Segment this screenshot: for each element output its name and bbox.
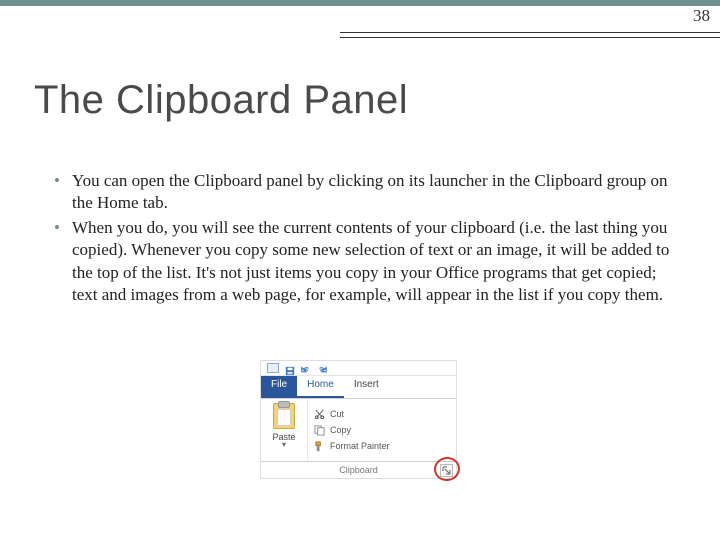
paintbrush-icon: [314, 441, 325, 452]
body-text: You can open the Clipboard panel by clic…: [50, 170, 670, 309]
tab-insert[interactable]: Insert: [344, 376, 389, 398]
paste-button[interactable]: Paste ▾: [261, 399, 308, 461]
top-accent-strip: [0, 0, 720, 6]
header-double-rule: [340, 32, 720, 38]
tab-home[interactable]: Home: [297, 376, 344, 398]
cut-button[interactable]: Cut: [314, 407, 456, 421]
group-label-row: Clipboard: [261, 462, 456, 478]
format-painter-label: Format Painter: [330, 441, 390, 451]
save-icon: [285, 363, 295, 373]
dialog-launcher-button[interactable]: [440, 464, 453, 477]
window-control-icon: [267, 363, 279, 373]
ribbon-figure: File Home Insert Paste ▾ Cut: [260, 360, 457, 479]
bullet-item: When you do, you will see the current co…: [50, 217, 670, 307]
format-painter-button[interactable]: Format Painter: [314, 439, 456, 453]
copy-icon: [314, 425, 325, 436]
scissors-icon: [314, 409, 325, 420]
bullet-item: You can open the Clipboard panel by clic…: [50, 170, 670, 215]
tab-file[interactable]: File: [261, 376, 297, 398]
copy-button[interactable]: Copy: [314, 423, 456, 437]
copy-label: Copy: [330, 425, 351, 435]
page-number: 38: [693, 6, 710, 26]
redo-icon: [317, 363, 327, 373]
slide: 38 The Clipboard Panel You can open the …: [0, 0, 720, 540]
page-title: The Clipboard Panel: [34, 78, 408, 123]
clipboard-group: Paste ▾ Cut Copy: [261, 399, 456, 462]
clipboard-group-label: Clipboard: [339, 465, 378, 475]
undo-icon: [301, 363, 311, 373]
quick-access-toolbar: [261, 361, 456, 376]
clipboard-icon: [273, 403, 295, 429]
cut-label: Cut: [330, 409, 344, 419]
ribbon-tabs: File Home Insert: [261, 376, 456, 399]
chevron-down-icon: ▾: [282, 442, 286, 448]
